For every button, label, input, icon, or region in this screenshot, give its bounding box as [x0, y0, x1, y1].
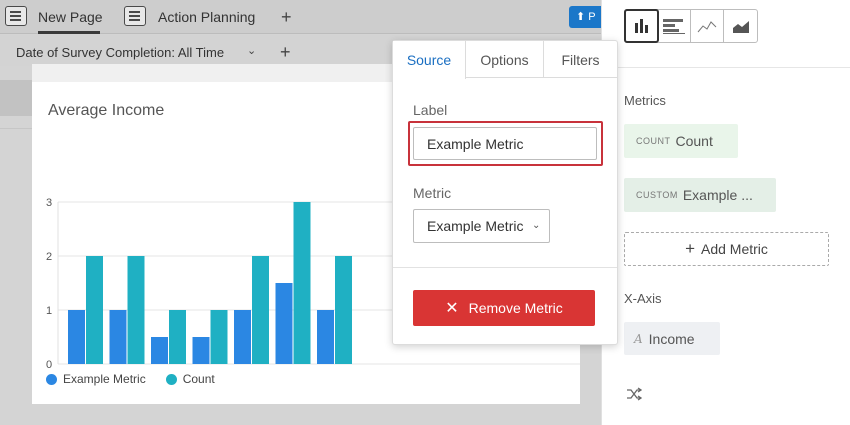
bar-count: [127, 256, 145, 364]
y-tick-label: 1: [46, 305, 52, 317]
y-tick-label: 3: [46, 197, 52, 209]
publish-button-label: P: [588, 11, 596, 23]
bar-count: [86, 256, 103, 364]
label-input[interactable]: [413, 127, 597, 160]
chart-title: Average Income: [48, 102, 165, 119]
plus-icon: +: [685, 239, 695, 258]
bar-count: [335, 256, 352, 364]
bar-example-metric: [192, 337, 210, 364]
metrics-heading: Metrics: [624, 93, 666, 108]
bar-example-metric: [317, 310, 334, 364]
metric-select-value: Example Metric: [427, 218, 524, 234]
tab-action-planning[interactable]: Action Planning: [158, 9, 255, 25]
bar-count: [252, 256, 269, 364]
tab-source[interactable]: Source: [393, 41, 466, 79]
metric-popover: Source Options Filters Label Metric Exam…: [392, 40, 618, 345]
page-menu-icon[interactable]: [5, 6, 27, 26]
chevron-down-icon[interactable]: ⌄: [247, 44, 256, 57]
add-metric-label: Add Metric: [701, 241, 768, 257]
line-chart-icon[interactable]: [691, 10, 724, 42]
xaxis-field[interactable]: A Income: [624, 322, 720, 355]
metric-tag: CUSTOM: [636, 190, 678, 200]
bar-count: [210, 310, 228, 364]
text-field-icon: A: [634, 331, 643, 346]
add-filter-icon[interactable]: +: [280, 43, 291, 61]
publish-button[interactable]: ⬆ P: [569, 6, 601, 28]
right-panel: Metrics COUNT Count CUSTOM Example ... +…: [601, 0, 850, 425]
label-heading: Label: [413, 102, 448, 118]
metric-example[interactable]: CUSTOM Example ...: [624, 178, 776, 212]
add-metric-button[interactable]: + Add Metric: [624, 232, 829, 266]
remove-metric-button[interactable]: ✕ Remove Metric: [413, 290, 595, 326]
popover-tabs: Source Options Filters: [393, 41, 617, 79]
y-tick-label: 2: [46, 251, 52, 263]
chart-legend: Example Metric Count: [46, 372, 215, 386]
legend-swatch: [165, 373, 177, 385]
bar-example-metric: [109, 310, 127, 364]
xaxis-heading: X-Axis: [624, 291, 662, 306]
top-toolbar: New Page Action Planning + ⬆ P: [0, 0, 601, 34]
legend-label: Example Metric: [63, 372, 146, 386]
bar-example-metric: [68, 310, 85, 364]
divider: [393, 267, 617, 268]
active-tab-indicator: [38, 31, 100, 34]
bar-count: [293, 202, 311, 364]
metric-name: Count: [675, 133, 713, 149]
bar-count: [169, 310, 186, 364]
metric-select[interactable]: Example Metric ⌄: [413, 209, 550, 243]
remove-metric-label: Remove Metric: [468, 300, 563, 316]
bar-example-metric: [151, 337, 168, 364]
tab-filters[interactable]: Filters: [544, 41, 617, 78]
legend-swatch: [46, 373, 57, 385]
xaxis-value: Income: [648, 330, 695, 347]
y-tick-label: 0: [46, 359, 52, 369]
shuffle-icon[interactable]: [626, 387, 643, 406]
close-icon: ✕: [445, 300, 459, 317]
bar-example-metric: [275, 283, 293, 364]
chevron-down-icon: ⌄: [532, 220, 541, 231]
page-menu-icon[interactable]: [124, 6, 146, 26]
bar-example-metric: [234, 310, 251, 364]
upload-icon: ⬆: [576, 11, 586, 23]
bar-chart-icon[interactable]: [624, 9, 659, 43]
metric-count[interactable]: COUNT Count: [624, 124, 738, 158]
background-strip: [0, 80, 32, 116]
add-page-icon[interactable]: +: [281, 8, 292, 26]
legend-label: Count: [182, 372, 215, 386]
divider: [0, 128, 32, 129]
date-filter[interactable]: Date of Survey Completion: All Time: [16, 45, 224, 60]
metric-heading: Metric: [413, 185, 452, 201]
area-chart-icon[interactable]: [724, 10, 757, 42]
chart-type-group: [624, 9, 758, 43]
tab-options[interactable]: Options: [466, 41, 544, 78]
divider: [602, 67, 850, 68]
metric-tag: COUNT: [636, 136, 671, 146]
tab-new-page[interactable]: New Page: [38, 9, 103, 25]
horizontal-bar-icon[interactable]: [658, 10, 691, 42]
metric-name: Example ...: [682, 187, 753, 203]
